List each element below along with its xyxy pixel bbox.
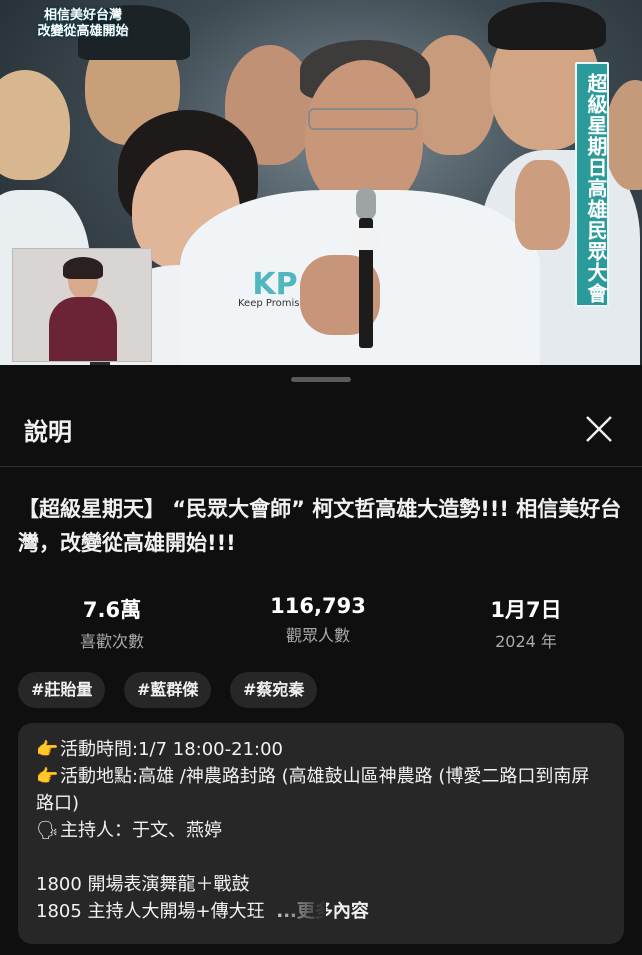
side-banner: 超級星期日高雄民眾大會 [575, 62, 609, 307]
event-location: 活動地點:高雄 /神農路封路 (高雄鼓山區神農路 (博愛二路口到南屏路口) [36, 766, 590, 814]
stat-value: 1月7日 [490, 598, 562, 622]
sign-language-inset [12, 248, 152, 362]
stat-likes: 7.6萬 喜歡次數 [32, 594, 192, 652]
overlay-title-line2: 改變從高雄開始 [37, 24, 129, 39]
description-line: 1800 開場表演舞龍＋戰鼓 [36, 874, 250, 895]
drag-handle[interactable] [291, 377, 351, 382]
hashtag-chip[interactable]: #莊貽量 [18, 672, 106, 708]
signer-hair [63, 257, 103, 279]
stat-label: 喜歡次數 [79, 632, 144, 651]
stats-row: 7.6萬 喜歡次數 116,793 觀眾人數 1月7日 2024 年 [0, 594, 642, 654]
glasses [308, 108, 418, 130]
speaking-head-icon: 🗣 [36, 820, 59, 841]
schedule-line: 1805 主持人大開場+傳大玨 [36, 901, 265, 922]
stat-value: 7.6萬 [82, 598, 142, 622]
hashtag-chip[interactable]: #藍群傑 [124, 672, 212, 708]
hand [515, 160, 570, 250]
person-silhouette [0, 70, 70, 180]
stat-value: 116,793 [270, 594, 366, 618]
hair [488, 2, 606, 50]
description-box[interactable]: 👉活動時間:1/7 18:00-21:00 👉活動地點:高雄 /神農路封路 (高… [18, 723, 624, 944]
divider [0, 466, 642, 467]
pointing-hand-icon: 👉 [36, 739, 59, 760]
person-silhouette [605, 80, 642, 190]
description-line: 🗣主持人：于文、燕婷 [36, 817, 606, 844]
video-title: 【超級星期天】 “民眾大會師” 柯文哲高雄大造勢!!! 相信美好台灣，改變從高雄… [18, 497, 622, 555]
description-line: 👉活動地點:高雄 /神農路封路 (高雄鼓山區神農路 (博愛二路口到南屏路口) [36, 763, 606, 817]
hashtag-chip[interactable]: #蔡宛秦 [230, 672, 318, 708]
overlay-title-line1: 相信美好台灣 [43, 8, 122, 23]
description-line: 👉活動時間:1/7 18:00-21:00 [36, 736, 606, 763]
microphone-icon [352, 188, 380, 348]
stat-label: 2024 年 [495, 632, 557, 651]
text-fade [266, 898, 326, 925]
stat-date: 1月7日 2024 年 [446, 594, 606, 652]
stat-label: 觀眾人數 [285, 626, 350, 645]
video-overlay-title: 相信美好台灣 改變從高雄開始 [28, 8, 138, 40]
video-player[interactable]: KP Keep Promise 相信美好台灣 改變從高雄開始 超級星期日高雄民眾… [0, 0, 642, 365]
description-line: 1805 主持人大開場+傳大玨 ...更多內容 [36, 898, 606, 925]
stat-views: 116,793 觀眾人數 [238, 594, 398, 646]
pointing-hand-icon: 👉 [36, 766, 59, 787]
signer-body [49, 297, 117, 361]
event-time: 活動時間:1/7 18:00-21:00 [60, 739, 283, 760]
sheet-title: 說明 [24, 418, 72, 446]
event-hosts: 主持人：于文、燕婷 [60, 820, 222, 841]
close-icon[interactable] [584, 414, 614, 444]
